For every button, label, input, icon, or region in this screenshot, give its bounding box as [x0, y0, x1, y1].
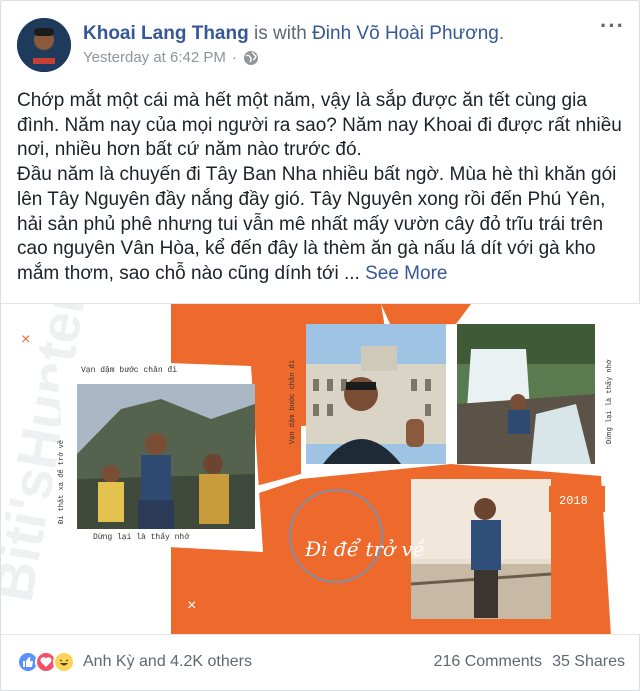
stamp-slogan: Đi để trở về — [304, 537, 426, 561]
orange-block-top — [381, 304, 471, 326]
photo-waterfall — [457, 324, 595, 464]
photo-kids — [77, 384, 255, 529]
caption-bottom: Dừng lại là thấy nhớ — [93, 532, 190, 542]
post-footer: Anh Kỳ and 4.2K others 216 Comments 35 S… — [17, 649, 625, 675]
header-dot: . — [498, 23, 505, 44]
author-name[interactable]: Khoai Lang Thang — [83, 23, 249, 44]
caption-left: Đi thật xa để trở về — [56, 440, 66, 524]
author-avatar[interactable] — [17, 18, 71, 72]
caption-top: Vạn dặm bước chân đi — [81, 366, 177, 375]
photo-palace — [306, 324, 446, 464]
caption-right: Dừng lại là thấy nhớ — [604, 359, 614, 444]
caption-vertical-mid: Vạn dặm bước chân đi — [289, 360, 297, 444]
post-paragraph-2: Đầu năm là chuyến đi Tây Ban Nha nhiều b… — [17, 164, 617, 284]
reacted-by-text[interactable]: Anh Kỳ and 4.2K others — [83, 653, 252, 671]
post-text: Chớp mắt một cái mà hết một năm, vậy là … — [17, 89, 629, 287]
photo-pier — [410, 479, 552, 619]
x-mark-top: × — [21, 331, 31, 349]
year-text: 2018 — [559, 494, 588, 508]
with-label: is with — [254, 23, 307, 44]
x-mark-bottom: × — [187, 597, 197, 615]
post-timestamp[interactable]: Yesterday at 6:42 PM — [83, 49, 226, 66]
comments-count[interactable]: 216 Comments — [434, 653, 543, 671]
engagement-counts: 216 Comments 35 Shares — [434, 653, 625, 671]
post-paragraph-1: Chớp mắt một cái mà hết một năm, vậy là … — [17, 90, 622, 161]
haha-reaction-icon — [53, 651, 75, 673]
see-more-link[interactable]: See More — [365, 263, 447, 284]
shares-count[interactable]: 35 Shares — [552, 653, 625, 671]
post-meta: Yesterday at 6:42 PM · — [83, 49, 259, 66]
stamp-brand: Biti'sHunter — [298, 515, 366, 529]
tagged-person[interactable]: Đinh Võ Hoài Phương — [312, 23, 499, 44]
more-options-icon[interactable]: ··· — [600, 15, 625, 37]
post-header: Khoai Lang Thang is with Đinh Võ Hoài Ph… — [83, 21, 504, 47]
post-card: Khoai Lang Thang is with Đinh Võ Hoài Ph… — [0, 0, 640, 691]
reaction-icons[interactable] — [17, 651, 75, 673]
meta-separator: · — [231, 49, 237, 66]
post-image[interactable]: Biti'sHunter Vạn dặm bước chân đi Dừng l… — [1, 303, 640, 635]
globe-icon[interactable] — [243, 50, 259, 66]
